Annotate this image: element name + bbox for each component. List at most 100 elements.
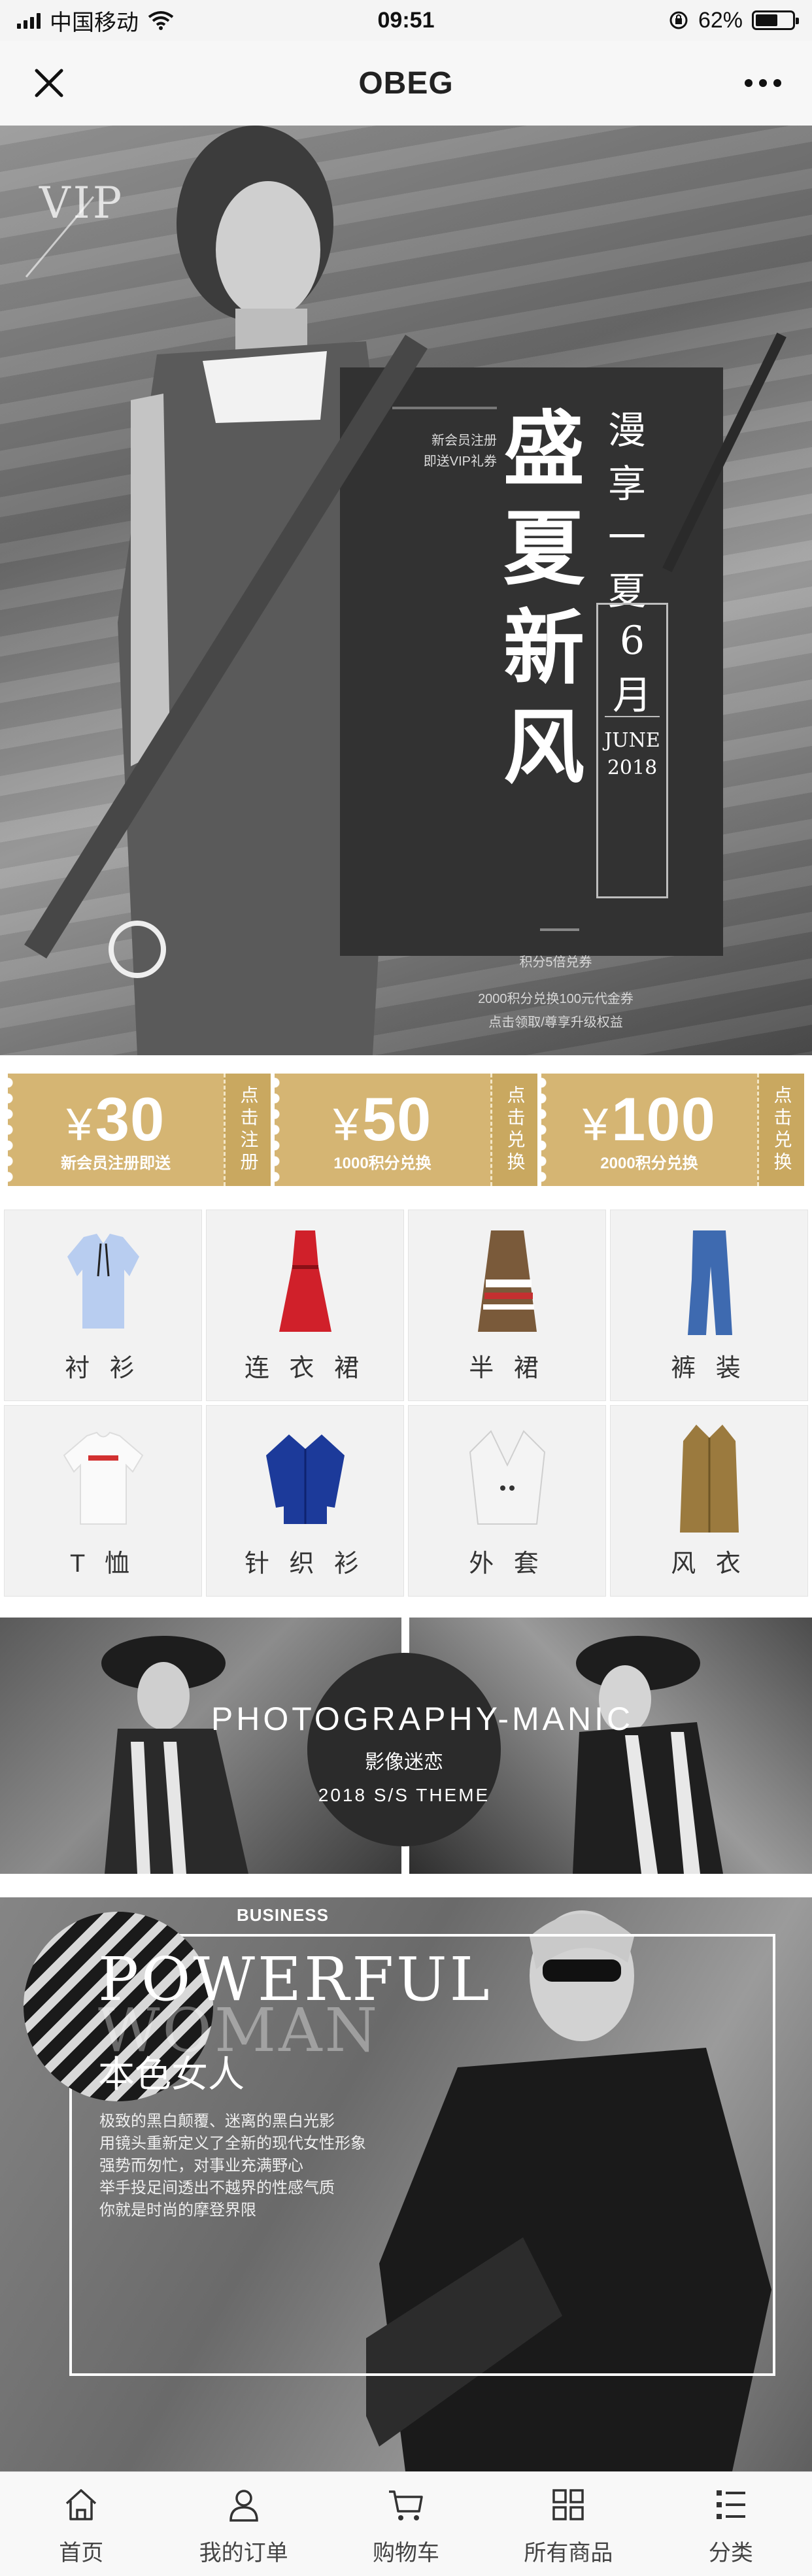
coupon-card[interactable]: ¥30 新会员注册即送 点击注册: [8, 1074, 271, 1186]
promo-line: 点击领取/尊享升级权益: [488, 1015, 623, 1030]
cardigan-icon: [256, 1423, 354, 1534]
coupon-card[interactable]: ¥100 2000积分兑换 点击兑换: [541, 1074, 804, 1186]
bottom-tab-bar: 首页 我的订单 购物车 所有商品 分类: [0, 2471, 812, 2576]
description-line: 极致的黑白颠覆、迷离的黑白光影: [99, 2112, 335, 2130]
category-pants[interactable]: 裤 装: [610, 1210, 808, 1401]
tab-label: 所有商品: [524, 2541, 613, 2566]
category-grid: 衬 衫 连 衣 裙 半 裙 裤 装 T 恤 针 织 衫 外 套 风 衣: [0, 1207, 812, 1599]
coupon-card[interactable]: ¥50 1000积分兑换 点击兑换: [275, 1074, 537, 1186]
tab-label: 我的订单: [199, 2541, 288, 2566]
month-name: JUNE: [604, 729, 660, 752]
coupon-desc: 2000积分兑换: [600, 1155, 698, 1172]
coupon-action[interactable]: 点击注册: [224, 1074, 271, 1186]
cart-icon: [385, 2484, 427, 2526]
promo-text: 积分5倍兑券 2000积分兑换100元代金券 点击领取/尊享升级权益: [392, 951, 719, 1034]
tab-label: 购物车: [373, 2541, 440, 2566]
category-label: 风 衣: [671, 1550, 747, 1578]
hero-subtitle-char: 一: [608, 515, 647, 560]
category-label: T 恤: [69, 1550, 137, 1578]
photography-banner[interactable]: PHOTOGRAPHY-MANIC 影像迷恋 2018 S/S THEME: [0, 1618, 812, 1874]
member-note-bar: [392, 407, 497, 409]
month-year: 2018: [607, 756, 658, 779]
coupon-action-label: 点击兑换: [505, 1085, 526, 1174]
grid-icon: [547, 2484, 589, 2526]
tab-home[interactable]: 首页: [0, 2472, 162, 2576]
orientation-lock-icon: [669, 11, 688, 29]
coupon-amount: ¥50: [275, 1087, 490, 1157]
category-label: 半 裙: [469, 1355, 545, 1382]
promo-divider: [540, 928, 579, 931]
category-outerwear[interactable]: 外 套: [408, 1405, 606, 1597]
tab-all-products[interactable]: 所有商品: [487, 2472, 649, 2576]
month-char: 月: [613, 673, 652, 719]
carrier-name: 中国移动: [50, 10, 139, 35]
category-label: 连 衣 裙: [244, 1355, 366, 1382]
hero-subtitle-char: 漫: [608, 408, 647, 452]
tab-cart[interactable]: 购物车: [325, 2472, 487, 2576]
hero-title-char: 新: [503, 602, 585, 696]
hero-subtitle: 漫 享 一 夏: [608, 403, 654, 618]
coupon-desc: 1000积分兑换: [333, 1155, 431, 1172]
hero-subtitle-char: 享: [608, 462, 647, 506]
month-divider: [605, 716, 660, 717]
category-tshirt[interactable]: T 恤: [4, 1405, 202, 1597]
coupon-desc: 新会员注册即送: [61, 1155, 171, 1172]
hero-title-char: 风: [503, 701, 585, 795]
coupon-amount: ¥30: [8, 1087, 224, 1157]
more-icon: [745, 79, 781, 87]
tshirt-icon: [54, 1423, 152, 1534]
status-right: 62%: [668, 7, 799, 33]
member-note-line: 即送VIP礼券: [423, 454, 497, 469]
month-badge: 6 月 JUNE 2018: [596, 603, 668, 898]
nav-bar: OBEG: [0, 41, 812, 126]
coupon-action[interactable]: 点击兑换: [757, 1074, 804, 1186]
photo-subtitle: 影像迷恋: [365, 1752, 443, 1773]
jacket-icon: [458, 1423, 556, 1534]
description-line: 举手投足间透出不越界的性感气质: [99, 2179, 335, 2197]
category-dress[interactable]: 连 衣 裙: [206, 1210, 404, 1401]
category-shirt[interactable]: 衬 衫: [4, 1210, 202, 1401]
banner-description: 极致的黑白颠覆、迷离的黑白光影 用镜头重新定义了全新的现代女性形象 强势而匆忙，…: [99, 2110, 426, 2222]
coupon-action[interactable]: 点击兑换: [490, 1074, 537, 1186]
hero-banner[interactable]: VIP 新会员注册 即送VIP礼券 盛 夏 新 风 漫 享 一 夏 6 月 JU…: [0, 126, 812, 1055]
coupon-main: ¥100 2000积分兑换: [541, 1074, 757, 1186]
dress-icon: [256, 1227, 354, 1338]
hero-title-char: 夏: [503, 502, 585, 596]
promo-line: 2000积分兑换100元代金券: [478, 992, 634, 1006]
coupon-value: 50: [362, 1085, 432, 1153]
hero-title-char: 盛: [503, 403, 585, 497]
category-label: 外 套: [469, 1550, 545, 1578]
description-line: 用镜头重新定义了全新的现代女性形象: [99, 2135, 366, 2152]
home-icon: [60, 2484, 102, 2526]
tab-orders[interactable]: 我的订单: [162, 2472, 324, 2576]
coupon-main: ¥30 新会员注册即送: [8, 1074, 224, 1186]
category-skirt[interactable]: 半 裙: [408, 1210, 606, 1401]
tab-label: 分类: [708, 2541, 753, 2566]
battery-percent: 62%: [698, 7, 743, 33]
more-button[interactable]: [740, 60, 786, 106]
category-label: 裤 装: [671, 1355, 747, 1382]
close-button[interactable]: [26, 60, 72, 106]
category-knitwear[interactable]: 针 织 衫: [206, 1405, 404, 1597]
photo-title: PHOTOGRAPHY-MANIC: [211, 1701, 634, 1737]
category-label: 衬 衫: [65, 1355, 141, 1382]
battery-level: [756, 14, 778, 26]
powerful-woman-banner[interactable]: BUSINESS POWERFUL WOMAN 本色女人 极致的黑白颠覆、迷离的…: [0, 1897, 812, 2471]
jeans-icon: [660, 1227, 758, 1338]
banner-title-cn: 本色女人: [98, 2054, 245, 2095]
currency-symbol: ¥: [583, 1099, 609, 1150]
month-number: 6: [619, 618, 645, 664]
coupon-action-label: 点击注册: [238, 1085, 259, 1174]
coupon-value: 30: [95, 1085, 165, 1153]
coupon-main: ¥50 1000积分兑换: [275, 1074, 490, 1186]
status-left: 中国移动: [17, 5, 174, 37]
category-trench-coat[interactable]: 风 衣: [610, 1405, 808, 1597]
photo-theme: 2018 S/S THEME: [318, 1785, 490, 1805]
list-icon: [710, 2484, 752, 2526]
description-line: 你就是时尚的摩登界限: [99, 2201, 256, 2219]
currency-symbol: ¥: [333, 1099, 360, 1150]
currency-symbol: ¥: [66, 1099, 93, 1150]
tab-categories[interactable]: 分类: [650, 2472, 812, 2576]
shirt-icon: [54, 1227, 152, 1338]
page-title: OBEG: [358, 65, 454, 101]
